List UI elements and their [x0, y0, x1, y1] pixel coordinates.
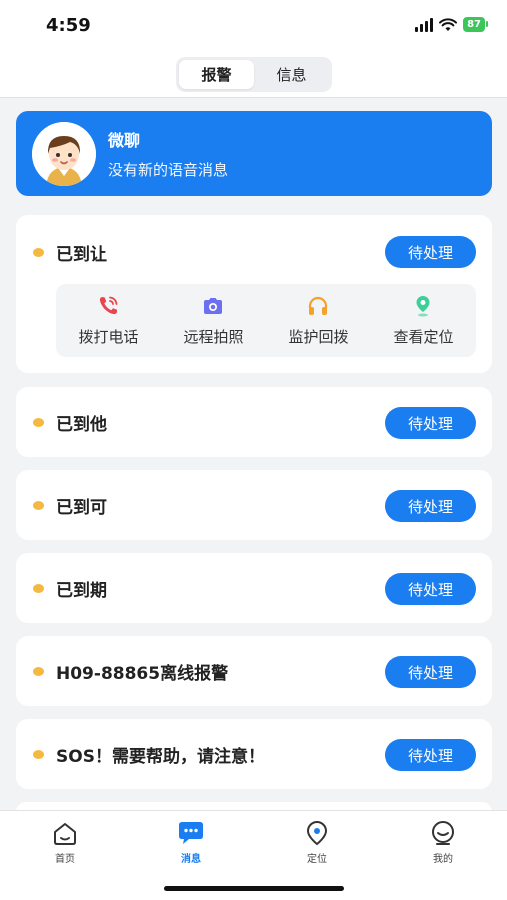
status-time: 4:59 [46, 15, 91, 36]
pending-button[interactable]: 待处理 [385, 656, 476, 688]
pending-button[interactable]: 待处理 [385, 490, 476, 522]
voice-chat-banner[interactable]: 微聊 没有新的语音消息 [16, 111, 492, 196]
alert-card: 已到期 待处理 [16, 553, 492, 623]
alert-title: H09-88865离线报警 [56, 663, 229, 684]
status-dot [33, 417, 44, 427]
location-pin-icon [416, 296, 430, 317]
alert-title: 已到期 [56, 580, 107, 601]
location-icon [306, 820, 328, 846]
alert-title: 已到他 [56, 414, 107, 435]
action-label: 远程拍照 [183, 328, 244, 346]
photo-action[interactable]: 远程拍照 [183, 294, 244, 347]
battery-icon: 87 [463, 17, 488, 32]
alert-title: SOS！需要帮助，请注意！ [56, 746, 265, 767]
status-dot [33, 583, 44, 593]
alert-card: SOS！需要帮助，请注意！ 待处理 [16, 719, 492, 789]
alert-card: 已到让 待处理 拨打电话 远程拍照 监护回拨 查看定位 [16, 215, 492, 373]
tab-label: 消息 [181, 854, 201, 865]
banner-subtitle: 没有新的语音消息 [108, 161, 229, 179]
home-indicator[interactable] [164, 886, 344, 891]
tab-alarm[interactable]: 报警 [179, 60, 254, 89]
alert-card: H09-88865离线报警 待处理 [16, 636, 492, 706]
avatar [32, 121, 96, 186]
headset-icon [309, 296, 328, 315]
alert-card: 已到可 待处理 [16, 470, 492, 540]
pending-button[interactable]: 待处理 [385, 407, 476, 439]
wifi-icon [439, 17, 458, 31]
tab-messages[interactable]: 消息 [151, 820, 231, 865]
chat-icon [179, 822, 203, 844]
action-label: 查看定位 [393, 328, 454, 346]
alert-title: 已到让 [56, 244, 107, 265]
status-icons: 87 [415, 17, 488, 32]
status-dot [33, 500, 44, 510]
tab-info[interactable]: 信息 [254, 60, 329, 89]
tab-profile[interactable]: 我的 [403, 820, 483, 865]
locate-action[interactable]: 查看定位 [393, 294, 454, 347]
phone-icon [100, 296, 118, 315]
status-dot [33, 247, 44, 257]
status-dot [33, 749, 44, 759]
action-panel: 拨打电话 远程拍照 监护回拨 查看定位 [56, 284, 476, 357]
pending-button[interactable]: 待处理 [385, 739, 476, 771]
tab-location[interactable]: 定位 [277, 820, 357, 865]
tab-label: 定位 [307, 854, 327, 865]
banner-title: 微聊 [108, 131, 141, 150]
profile-icon [432, 821, 454, 845]
home-icon [54, 823, 76, 845]
status-dot [33, 666, 44, 676]
tab-label: 首页 [55, 854, 75, 865]
tab-home[interactable]: 首页 [25, 820, 105, 865]
pending-button[interactable]: 待处理 [385, 236, 476, 268]
header: 4:59 87 报警 信息 [0, 0, 507, 98]
action-label: 监护回拨 [288, 328, 349, 346]
pending-button[interactable]: 待处理 [385, 573, 476, 605]
tab-label: 我的 [433, 854, 453, 865]
callback-action[interactable]: 监护回拨 [288, 294, 349, 347]
camera-icon [204, 298, 223, 314]
action-label: 拨打电话 [78, 328, 139, 346]
signal-icon [415, 17, 434, 32]
segment-control: 报警 信息 [176, 57, 332, 92]
alert-card: 已到他 待处理 [16, 387, 492, 457]
alert-title: 已到可 [56, 497, 107, 518]
call-action[interactable]: 拨打电话 [78, 294, 139, 347]
